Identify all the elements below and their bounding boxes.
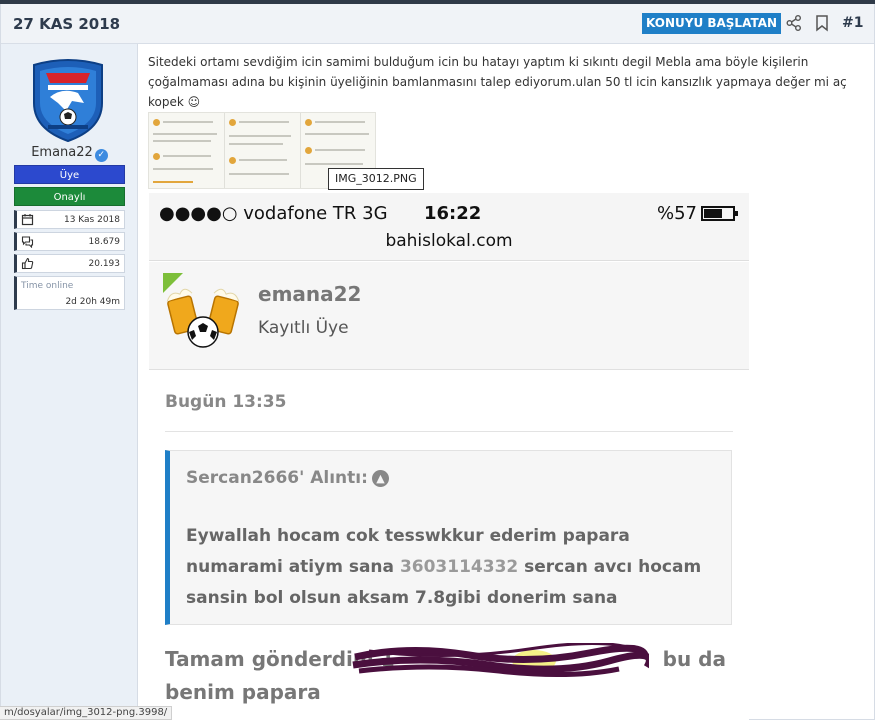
thumb-dot bbox=[153, 119, 160, 126]
stat-reactions: 20.193 bbox=[14, 254, 125, 273]
quote-text: Eywallah hocam cok tesswkkur ederim papa… bbox=[186, 521, 726, 614]
thumb-line bbox=[315, 121, 365, 123]
quoted-user-card: emana22 Kayıtlı Üye bbox=[149, 262, 749, 370]
thumb-line bbox=[315, 149, 365, 151]
carrier-signal: ●●●●○ vodafone TR 3G bbox=[159, 203, 388, 224]
stat-messages: 18.679 bbox=[14, 232, 125, 251]
post-message-text: Sitedeki ortamı sevdiğim icin samimi bul… bbox=[148, 55, 847, 109]
browser-status-link: m/dosyalar/img_3012-png.3998/ bbox=[0, 706, 173, 720]
author-sidebar: Emana22✓ Üye Onaylı 13 Kas 2018 18.679 bbox=[1, 44, 138, 720]
thumb-dot bbox=[305, 119, 312, 126]
battery-icon bbox=[701, 206, 738, 221]
bookmark-icon[interactable] bbox=[813, 14, 831, 32]
thumb-line bbox=[229, 173, 289, 175]
thumb-line bbox=[305, 163, 363, 165]
thumb-panel bbox=[225, 113, 301, 188]
thumb-line bbox=[153, 181, 193, 183]
thumbs-up-icon bbox=[21, 257, 34, 270]
role-badge-uye: Üye bbox=[14, 165, 125, 184]
thumb-line bbox=[229, 135, 291, 137]
thumb-line bbox=[153, 140, 211, 142]
message-timestamp: Bugün 13:35 bbox=[165, 392, 287, 412]
attached-screenshot[interactable]: ●●●●○ vodafone TR 3G 16:22 %57 bahisloka… bbox=[149, 193, 749, 720]
phone-status-bar: ●●●●○ vodafone TR 3G 16:22 %57 bahisloka… bbox=[149, 193, 749, 261]
thumb-line bbox=[239, 121, 289, 123]
redaction-scribble bbox=[352, 643, 649, 678]
thumb-line bbox=[153, 168, 213, 170]
battery-percent: %57 bbox=[657, 203, 698, 224]
thumb-line bbox=[153, 133, 217, 135]
beer-football-avatar bbox=[166, 288, 240, 348]
author-username-row: Emana22 ✓ bbox=[1, 145, 138, 162]
author-username[interactable]: Emana22 bbox=[31, 145, 93, 160]
quoted-user-name: emana22 bbox=[258, 282, 362, 306]
post-number-link[interactable]: #1 bbox=[842, 15, 863, 31]
thumb-panel bbox=[149, 113, 225, 188]
thumb-line bbox=[163, 155, 211, 157]
calendar-icon bbox=[21, 214, 34, 226]
post-header: 27 KAS 2018 KONUYU BAŞLATAN #1 bbox=[1, 4, 874, 44]
quote-number: 3603114332 bbox=[399, 557, 519, 577]
user-avatar[interactable] bbox=[28, 57, 108, 143]
quoted-user-role: Kayıtlı Üye bbox=[258, 318, 349, 338]
browser-url: bahislokal.com bbox=[385, 231, 513, 251]
quote-author-row: Sercan2666' Alıntı: ▲ bbox=[186, 468, 389, 488]
stat-joined: 13 Kas 2018 bbox=[14, 210, 125, 229]
thumb-dot bbox=[153, 153, 160, 160]
thumb-dot bbox=[229, 119, 236, 126]
thumb-line bbox=[163, 121, 213, 123]
attachment-tooltip: IMG_3012.PNG bbox=[328, 168, 424, 190]
post-content: Sitedeki ortamı sevdiğim icin samimi bul… bbox=[148, 52, 868, 112]
thumb-line bbox=[305, 133, 369, 135]
stat-time-online-value: 2d 20h 49m bbox=[65, 297, 120, 307]
start-topic-badge[interactable]: KONUYU BAŞLATAN bbox=[642, 13, 782, 34]
quote-author: Sercan2666' Alıntı: bbox=[186, 468, 368, 488]
quote-block: Sercan2666' Alıntı: ▲ Eywallah hocam cok … bbox=[165, 450, 732, 625]
thumb-line bbox=[229, 143, 283, 145]
comments-icon bbox=[21, 236, 34, 248]
thumb-dot bbox=[305, 147, 312, 154]
stat-time-online: Time online 2d 20h 49m bbox=[14, 276, 125, 310]
share-icon[interactable] bbox=[785, 14, 803, 32]
verified-check-icon: ✓ bbox=[94, 149, 108, 162]
role-badge-onayli: Onaylı bbox=[14, 187, 125, 206]
stat-joined-value: 13 Kas 2018 bbox=[63, 215, 120, 225]
thumb-dot bbox=[229, 157, 236, 164]
stat-messages-value: 18.679 bbox=[88, 237, 121, 247]
phone-time: 16:22 bbox=[424, 203, 482, 224]
thumb-line bbox=[239, 159, 287, 161]
stat-time-online-label: Time online bbox=[21, 281, 74, 291]
stat-reactions-value: 20.193 bbox=[88, 259, 121, 269]
post-date: 27 KAS 2018 bbox=[13, 15, 121, 33]
divider bbox=[165, 431, 733, 432]
arrow-up-icon: ▲ bbox=[371, 470, 389, 487]
